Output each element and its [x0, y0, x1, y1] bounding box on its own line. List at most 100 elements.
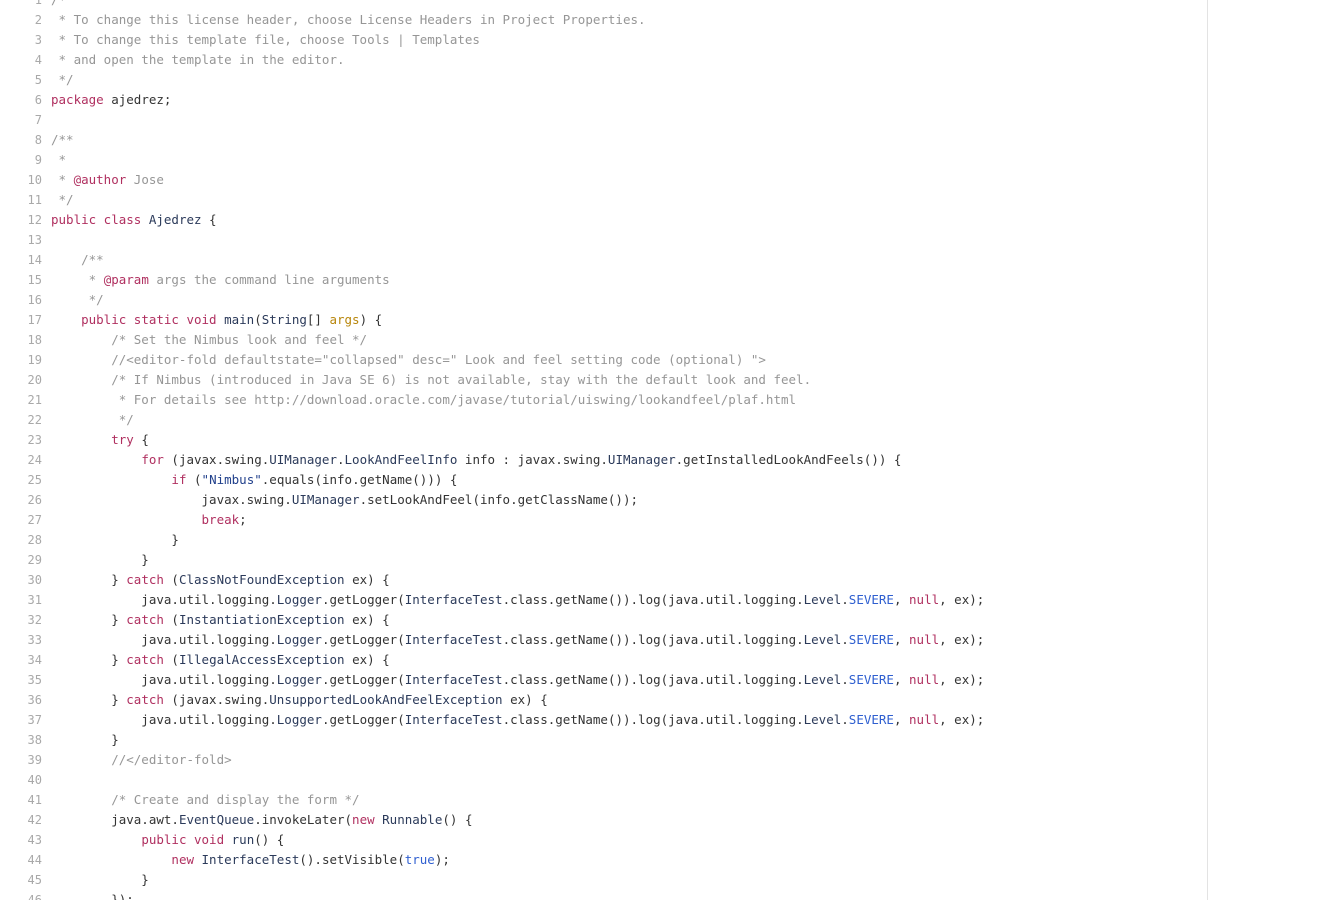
code-line[interactable]: 25 if ("Nimbus".equals(info.getName())) …	[0, 470, 1328, 490]
code-line-text[interactable]: //<editor-fold defaultstate="collapsed" …	[42, 350, 766, 370]
code-line-text[interactable]: public void run() {	[42, 830, 284, 850]
code-line-text[interactable]: * @author Jose	[42, 170, 164, 190]
line-number[interactable]: 1	[0, 0, 42, 10]
code-line-text[interactable]: /* Set the Nimbus look and feel */	[42, 330, 367, 350]
code-line-text[interactable]: //</editor-fold>	[42, 750, 231, 770]
line-number[interactable]: 27	[0, 510, 42, 530]
code-line[interactable]: 31 java.util.logging.Logger.getLogger(In…	[0, 590, 1328, 610]
line-number[interactable]: 8	[0, 130, 42, 150]
code-line-text[interactable]: java.util.logging.Logger.getLogger(Inter…	[42, 670, 984, 690]
code-lines-container[interactable]: 1 /* 2 * To change this license header, ch…	[0, 0, 1328, 900]
code-line[interactable]: 42 java.awt.EventQueue.invokeLater(new R…	[0, 810, 1328, 830]
code-line[interactable]: 5 */	[0, 70, 1328, 90]
code-line[interactable]: 7	[0, 110, 1328, 130]
line-number[interactable]: 19	[0, 350, 42, 370]
line-number[interactable]: 41	[0, 790, 42, 810]
line-number[interactable]: 18	[0, 330, 42, 350]
line-number[interactable]: 43	[0, 830, 42, 850]
code-line-text[interactable]: */	[42, 190, 74, 210]
code-line[interactable]: 20 /* If Nimbus (introduced in Java SE 6…	[0, 370, 1328, 390]
code-line[interactable]: 39 //</editor-fold>	[0, 750, 1328, 770]
line-number[interactable]: 2	[0, 10, 42, 30]
code-line[interactable]: 28 }	[0, 530, 1328, 550]
line-number[interactable]: 40	[0, 770, 42, 790]
code-line-text[interactable]: * @param args the command line arguments	[42, 270, 390, 290]
code-line-text[interactable]: try {	[42, 430, 149, 450]
code-line[interactable]: 26 javax.swing.UIManager.setLookAndFeel(…	[0, 490, 1328, 510]
code-line-text[interactable]: * and open the template in the editor.	[42, 50, 345, 70]
code-line[interactable]: 2 * To change this license header, choos…	[0, 10, 1328, 30]
line-number[interactable]: 21	[0, 390, 42, 410]
line-number[interactable]: 9	[0, 150, 42, 170]
code-line[interactable]: 6 package ajedrez;	[0, 90, 1328, 110]
code-line-text[interactable]: for (javax.swing.UIManager.LookAndFeelIn…	[42, 450, 901, 470]
line-number[interactable]: 39	[0, 750, 42, 770]
line-number[interactable]: 45	[0, 870, 42, 890]
code-line-text[interactable]: } catch (InstantiationException ex) {	[42, 610, 390, 630]
code-line-text[interactable]: public static void main(String[] args) {	[42, 310, 382, 330]
code-line-text[interactable]: } catch (javax.swing.UnsupportedLookAndF…	[42, 690, 548, 710]
code-line-text[interactable]: /**	[42, 130, 74, 150]
code-line-text[interactable]: *	[42, 150, 67, 170]
code-line[interactable]: 41 /* Create and display the form */	[0, 790, 1328, 810]
code-line[interactable]: 11 */	[0, 190, 1328, 210]
code-line-text[interactable]: /*	[42, 0, 66, 10]
code-line-text[interactable]: }	[42, 870, 149, 890]
code-line[interactable]: 44 new InterfaceTest().setVisible(true);	[0, 850, 1328, 870]
code-line[interactable]: 4 * and open the template in the editor.	[0, 50, 1328, 70]
code-editor[interactable]: 1 /* 2 * To change this license header, ch…	[0, 0, 1328, 900]
line-number[interactable]: 5	[0, 70, 42, 90]
line-number[interactable]: 16	[0, 290, 42, 310]
line-number[interactable]: 28	[0, 530, 42, 550]
line-number[interactable]: 7	[0, 110, 42, 130]
line-number[interactable]: 42	[0, 810, 42, 830]
code-line[interactable]: 21 * For details see http://download.ora…	[0, 390, 1328, 410]
code-line-text[interactable]: /* If Nimbus (introduced in Java SE 6) i…	[42, 370, 811, 390]
code-line-text[interactable]: }	[42, 530, 179, 550]
line-number[interactable]: 30	[0, 570, 42, 590]
code-line-text[interactable]: /* Create and display the form */	[42, 790, 359, 810]
code-line[interactable]: 18 /* Set the Nimbus look and feel */	[0, 330, 1328, 350]
code-line-text[interactable]: } catch (ClassNotFoundException ex) {	[42, 570, 390, 590]
line-number[interactable]: 6	[0, 90, 42, 110]
code-line[interactable]: 43 public void run() {	[0, 830, 1328, 850]
code-line[interactable]: 27 break;	[0, 510, 1328, 530]
code-line-text[interactable]: /**	[42, 250, 104, 270]
code-line[interactable]: 45 }	[0, 870, 1328, 890]
line-number[interactable]: 14	[0, 250, 42, 270]
code-line[interactable]: 19 //<editor-fold defaultstate="collapse…	[0, 350, 1328, 370]
line-number[interactable]: 25	[0, 470, 42, 490]
line-number[interactable]: 32	[0, 610, 42, 630]
code-line[interactable]: 9 *	[0, 150, 1328, 170]
line-number[interactable]: 13	[0, 230, 42, 250]
code-line[interactable]: 46 });	[0, 890, 1328, 900]
code-line[interactable]: 37 java.util.logging.Logger.getLogger(In…	[0, 710, 1328, 730]
code-line[interactable]: 36 } catch (javax.swing.UnsupportedLookA…	[0, 690, 1328, 710]
code-line[interactable]: 13	[0, 230, 1328, 250]
code-line-text[interactable]: */	[42, 70, 74, 90]
code-line[interactable]: 32 } catch (InstantiationException ex) {	[0, 610, 1328, 630]
code-line[interactable]: 35 java.util.logging.Logger.getLogger(In…	[0, 670, 1328, 690]
line-number[interactable]: 24	[0, 450, 42, 470]
line-number[interactable]: 12	[0, 210, 42, 230]
code-line[interactable]: 22 */	[0, 410, 1328, 430]
line-number[interactable]: 37	[0, 710, 42, 730]
line-number[interactable]: 46	[0, 890, 42, 900]
code-line-text[interactable]: */	[42, 290, 104, 310]
code-line[interactable]: 33 java.util.logging.Logger.getLogger(In…	[0, 630, 1328, 650]
code-line[interactable]: 8 /**	[0, 130, 1328, 150]
line-number[interactable]: 11	[0, 190, 42, 210]
line-number[interactable]: 33	[0, 630, 42, 650]
code-line[interactable]: 16 */	[0, 290, 1328, 310]
code-line-text[interactable]: }	[42, 550, 149, 570]
code-line[interactable]: 1 /*	[0, 0, 1328, 10]
code-line-text[interactable]: * To change this template file, choose T…	[42, 30, 480, 50]
line-number[interactable]: 29	[0, 550, 42, 570]
code-line[interactable]: 24 for (javax.swing.UIManager.LookAndFee…	[0, 450, 1328, 470]
line-number[interactable]: 15	[0, 270, 42, 290]
code-line[interactable]: 29 }	[0, 550, 1328, 570]
line-number[interactable]: 20	[0, 370, 42, 390]
code-line[interactable]: 38 }	[0, 730, 1328, 750]
line-number[interactable]: 34	[0, 650, 42, 670]
code-line[interactable]: 10 * @author Jose	[0, 170, 1328, 190]
